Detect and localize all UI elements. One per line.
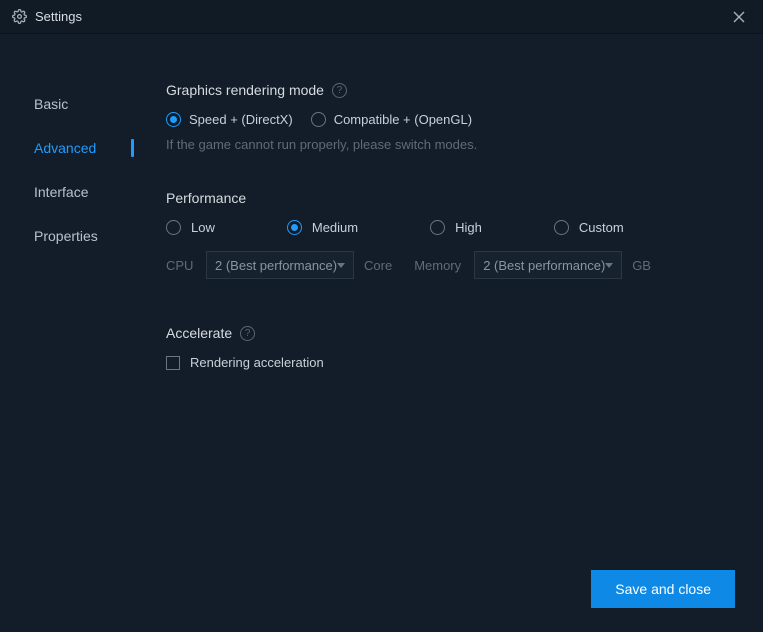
memory-select[interactable]: 2 (Best performance) xyxy=(474,251,622,279)
radio-medium[interactable]: Medium xyxy=(287,220,358,235)
graphics-section: Graphics rendering mode ? Speed + (Direc… xyxy=(166,82,733,152)
close-icon xyxy=(733,11,745,23)
radio-label: Custom xyxy=(579,220,624,235)
cpu-select-value: 2 (Best performance) xyxy=(215,258,337,273)
content-pane: Graphics rendering mode ? Speed + (Direc… xyxy=(150,34,763,632)
radio-label: High xyxy=(455,220,482,235)
radio-high[interactable]: High xyxy=(430,220,482,235)
accelerate-title: Accelerate xyxy=(166,325,232,341)
radio-label: Low xyxy=(191,220,215,235)
radio-circle-icon xyxy=(166,220,181,235)
gear-icon xyxy=(12,9,27,24)
help-icon[interactable]: ? xyxy=(240,326,255,341)
memory-unit: GB xyxy=(632,258,651,273)
window-title: Settings xyxy=(35,9,82,24)
rendering-acceleration-checkbox[interactable]: Rendering acceleration xyxy=(166,355,733,370)
memory-label: Memory xyxy=(414,258,464,273)
performance-title: Performance xyxy=(166,190,246,206)
cpu-label: CPU xyxy=(166,258,196,273)
radio-label: Compatible + (OpenGL) xyxy=(334,112,472,127)
chevron-down-icon xyxy=(337,263,345,268)
sidebar-item-interface[interactable]: Interface xyxy=(0,170,150,214)
radio-compatible-opengl[interactable]: Compatible + (OpenGL) xyxy=(311,112,472,127)
performance-section: Performance Low Medium High Custom xyxy=(166,190,733,279)
sidebar: Basic Advanced Interface Properties xyxy=(0,34,150,632)
help-icon[interactable]: ? xyxy=(332,83,347,98)
graphics-title: Graphics rendering mode xyxy=(166,82,324,98)
checkbox-label: Rendering acceleration xyxy=(190,355,324,370)
sidebar-item-basic[interactable]: Basic xyxy=(0,82,150,126)
radio-label: Speed + (DirectX) xyxy=(189,112,293,127)
graphics-hint: If the game cannot run properly, please … xyxy=(166,137,733,152)
cpu-select[interactable]: 2 (Best performance) xyxy=(206,251,354,279)
radio-label: Medium xyxy=(312,220,358,235)
radio-low[interactable]: Low xyxy=(166,220,215,235)
accelerate-section: Accelerate ? Rendering acceleration xyxy=(166,325,733,370)
radio-circle-icon xyxy=(166,112,181,127)
titlebar: Settings xyxy=(0,0,763,34)
sidebar-item-advanced[interactable]: Advanced xyxy=(0,126,150,170)
radio-speed-directx[interactable]: Speed + (DirectX) xyxy=(166,112,293,127)
radio-custom[interactable]: Custom xyxy=(554,220,624,235)
radio-circle-icon xyxy=(287,220,302,235)
close-button[interactable] xyxy=(727,5,751,29)
checkbox-icon xyxy=(166,356,180,370)
radio-circle-icon xyxy=(554,220,569,235)
memory-select-value: 2 (Best performance) xyxy=(483,258,605,273)
save-and-close-button[interactable]: Save and close xyxy=(591,570,735,608)
radio-circle-icon xyxy=(311,112,326,127)
radio-circle-icon xyxy=(430,220,445,235)
chevron-down-icon xyxy=(605,263,613,268)
cpu-unit: Core xyxy=(364,258,392,273)
sidebar-item-properties[interactable]: Properties xyxy=(0,214,150,258)
